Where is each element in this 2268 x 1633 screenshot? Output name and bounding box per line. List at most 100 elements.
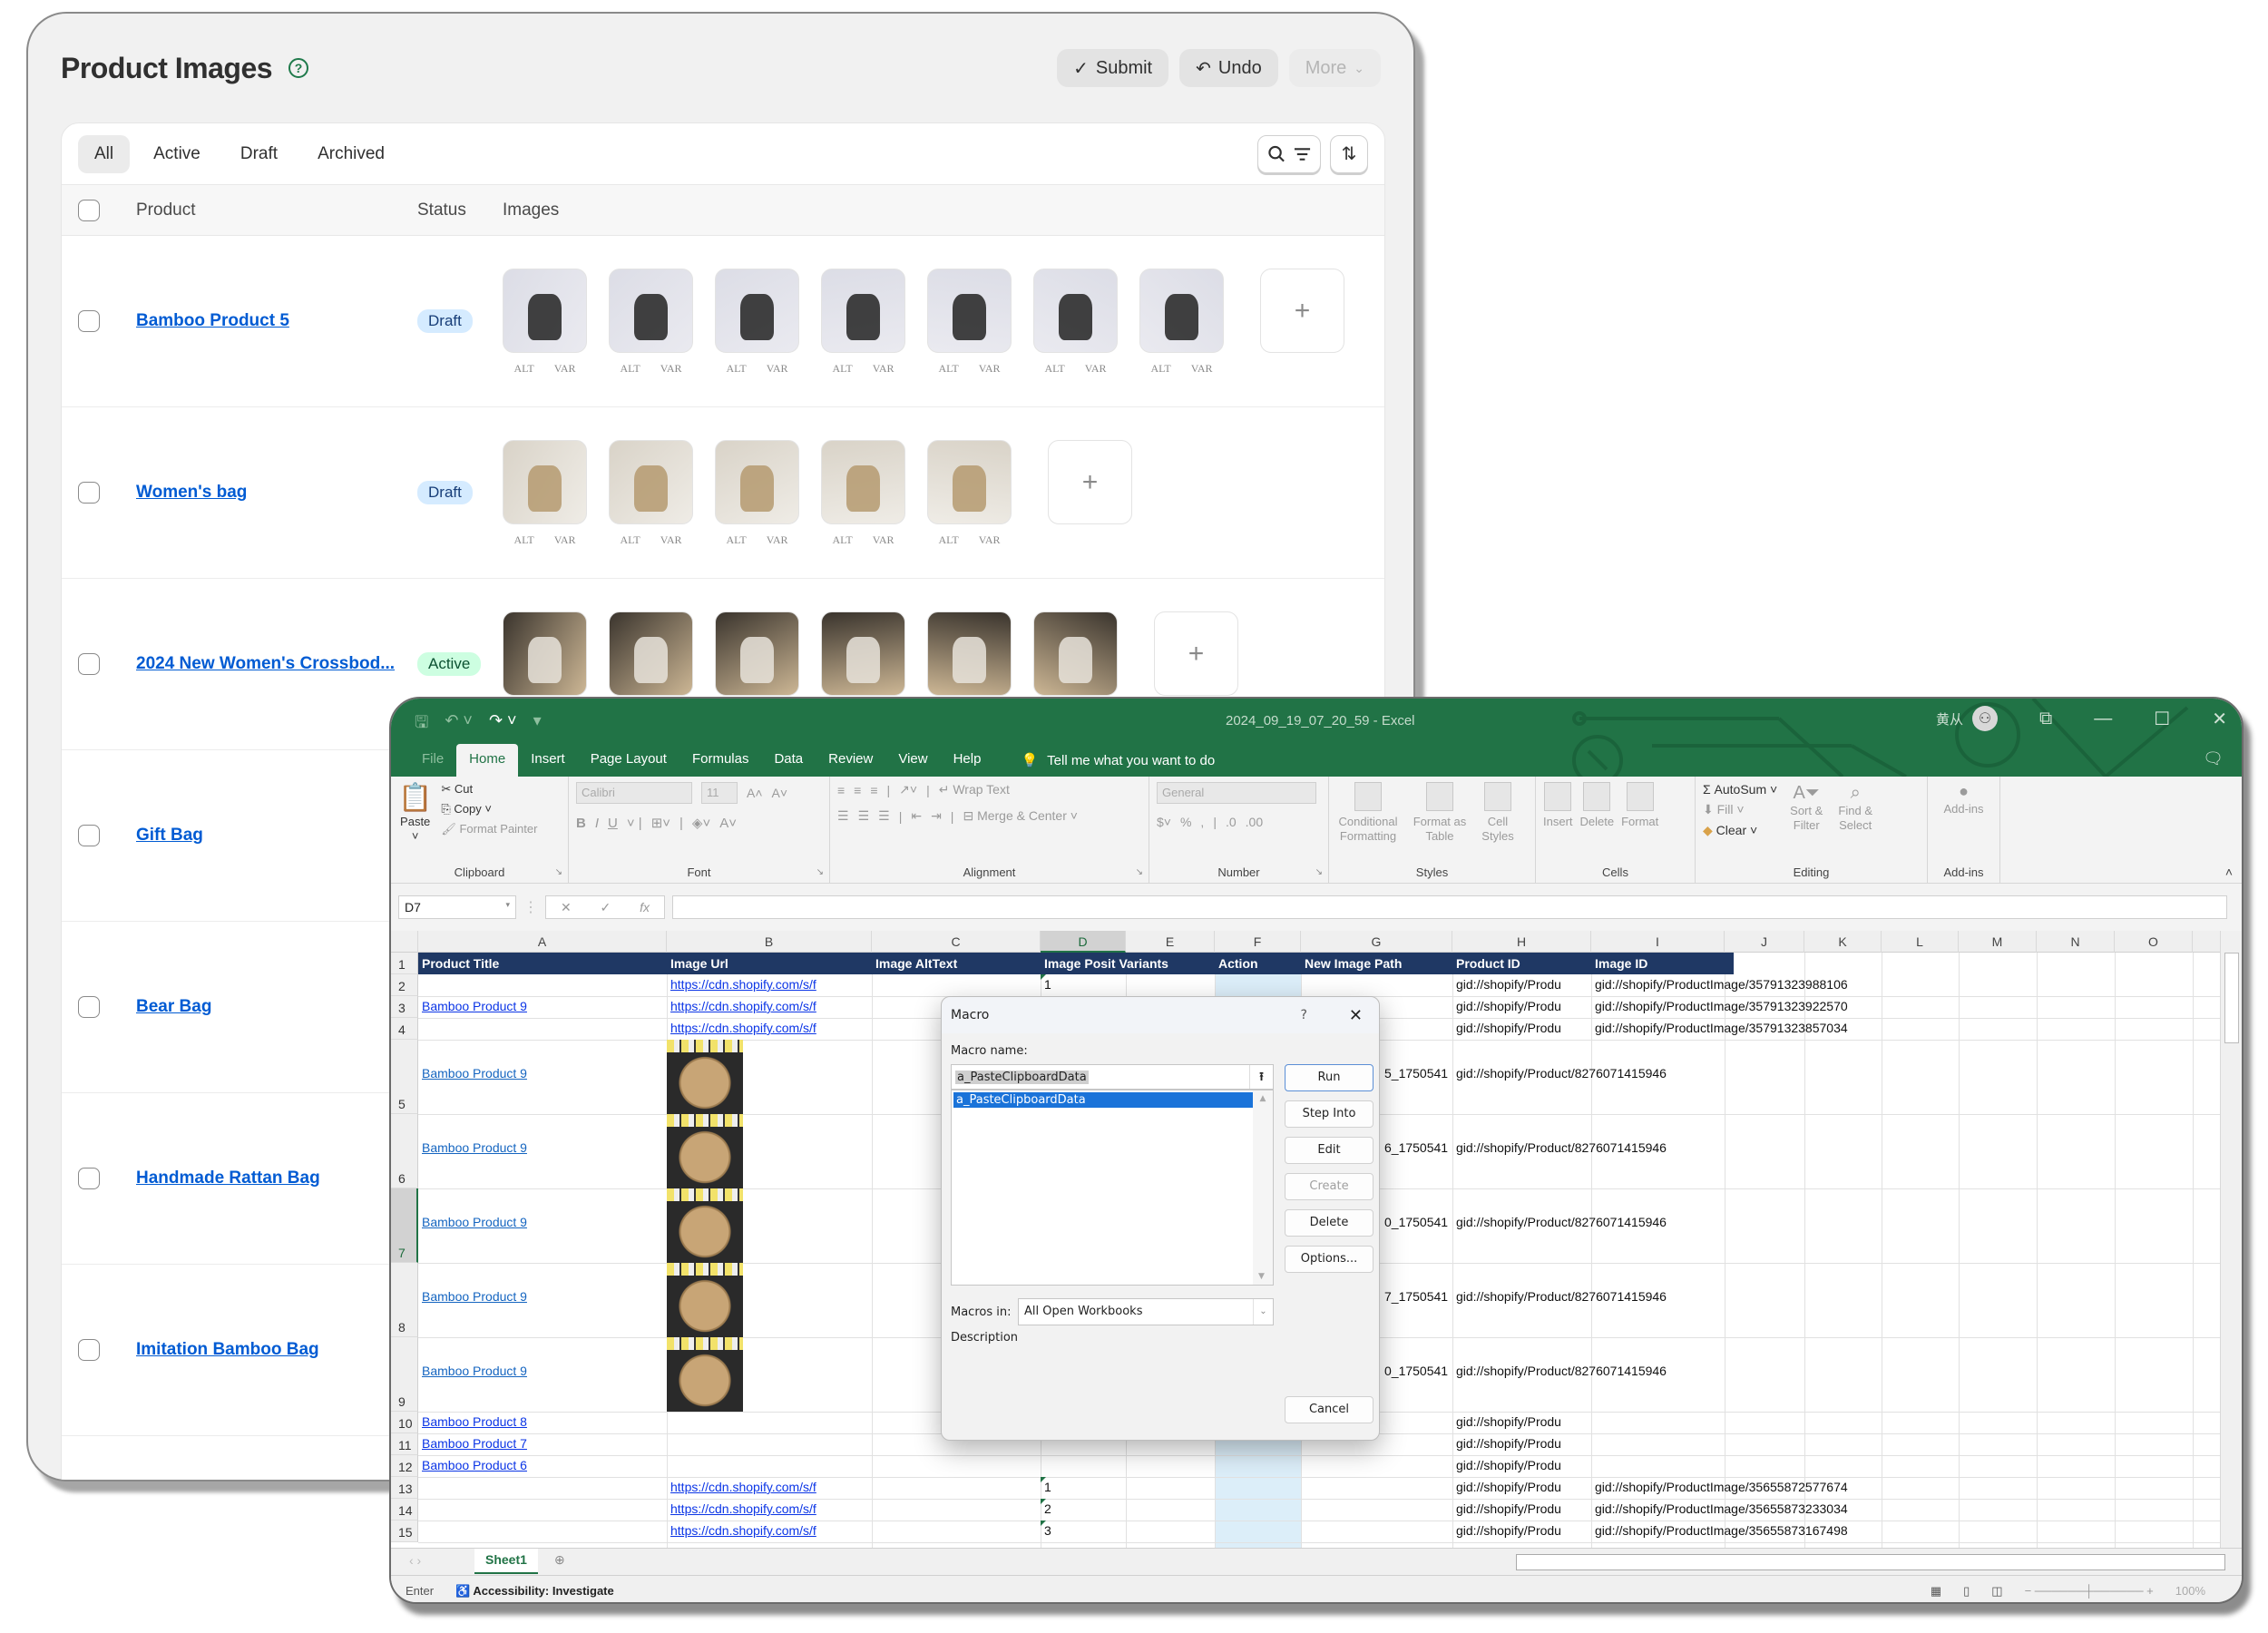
close-icon[interactable]: ✕: [2212, 708, 2227, 730]
alt-tag[interactable]: ALT: [620, 362, 640, 376]
create-button[interactable]: Create: [1285, 1173, 1374, 1200]
select-all-checkbox[interactable]: [78, 199, 100, 221]
percent-icon[interactable]: %: [1180, 815, 1191, 829]
comments-icon[interactable]: 🗨: [2203, 749, 2224, 768]
column-header[interactable]: B: [667, 931, 872, 953]
column-product[interactable]: Product: [136, 200, 417, 220]
underline-icon[interactable]: U: [608, 816, 618, 831]
sort-button[interactable]: ⇅: [1330, 134, 1368, 173]
product-title-cell[interactable]: Bamboo Product 9: [418, 1364, 527, 1378]
product-image[interactable]: [715, 611, 799, 696]
image-position-cell[interactable]: 3: [1041, 1523, 1051, 1538]
product-link[interactable]: Gift Bag: [136, 826, 203, 845]
product-id-cell[interactable]: gid://shopify/Product/8276071415946: [1452, 1140, 1667, 1155]
sheet-tab-sheet1[interactable]: Sheet1: [474, 1549, 538, 1574]
image-url-cell[interactable]: https://cdn.shopify.com/s/f: [667, 999, 816, 1013]
header-cell[interactable]: Image AltText: [872, 953, 957, 974]
scroll-up-icon[interactable]: ▲: [1253, 1094, 1273, 1103]
image-id-cell[interactable]: gid://shopify/ProductImage/3579132385703…: [1591, 1021, 1848, 1035]
image-url-cell[interactable]: https://cdn.shopify.com/s/f: [667, 1501, 816, 1516]
header-cell[interactable]: Image ID: [1591, 953, 1647, 974]
row-header[interactable]: 3: [391, 996, 418, 1018]
image-url-cell[interactable]: https://cdn.shopify.com/s/f: [667, 977, 816, 992]
image-url-cell[interactable]: https://cdn.shopify.com/s/f: [667, 1480, 816, 1494]
currency-icon[interactable]: $˅: [1157, 815, 1171, 829]
column-header[interactable]: H: [1452, 931, 1591, 953]
alt-tag[interactable]: ALT: [513, 533, 533, 547]
product-image[interactable]: [927, 611, 1012, 696]
addins-button[interactable]: ● Add-ins: [1935, 782, 1992, 816]
new-image-path-cell[interactable]: 6_1750541: [1381, 1140, 1448, 1155]
header-cell[interactable]: Product Title: [418, 953, 499, 974]
row-header[interactable]: 1: [391, 953, 418, 974]
italic-icon[interactable]: I: [595, 816, 599, 831]
user-avatar[interactable]: ⚇: [1972, 706, 1999, 731]
product-image[interactable]: [821, 269, 905, 353]
product-link[interactable]: Bamboo Product 5: [136, 311, 289, 330]
row-header[interactable]: 6: [391, 1114, 418, 1188]
alt-tag[interactable]: ALT: [1150, 362, 1170, 376]
new-image-path-cell[interactable]: 5_1750541: [1381, 1066, 1448, 1081]
font-name-select[interactable]: Calibri: [576, 782, 692, 804]
row-checkbox[interactable]: [78, 825, 100, 846]
column-header[interactable]: E: [1126, 931, 1215, 953]
dialog-launcher-icon[interactable]: ↘: [1315, 867, 1323, 877]
alt-tag[interactable]: ALT: [938, 362, 958, 376]
var-tag[interactable]: VAR: [660, 533, 682, 547]
new-image-path-cell[interactable]: 0_1750541: [1381, 1364, 1448, 1378]
options-button[interactable]: Options...: [1285, 1246, 1374, 1273]
product-title-cell[interactable]: Bamboo Product 8: [418, 1414, 527, 1429]
var-tag[interactable]: VAR: [767, 362, 788, 376]
image-url-cell[interactable]: https://cdn.shopify.com/s/f: [667, 1021, 816, 1035]
column-header[interactable]: C: [872, 931, 1041, 953]
new-image-path-cell[interactable]: 7_1750541: [1381, 1289, 1448, 1304]
zoom-slider[interactable]: − ──────┼────── +: [2025, 1584, 2154, 1598]
row-header[interactable]: 13: [391, 1477, 418, 1499]
product-image[interactable]: [503, 440, 587, 524]
clear-button[interactable]: ◆ Clear ˅: [1703, 823, 1777, 838]
var-tag[interactable]: VAR: [554, 362, 576, 376]
image-id-cell[interactable]: gid://shopify/ProductImage/3565587316749…: [1591, 1523, 1848, 1538]
column-header[interactable]: A: [418, 931, 667, 953]
delete-button[interactable]: Delete: [1285, 1209, 1374, 1237]
column-header[interactable]: N: [2037, 931, 2115, 953]
increase-font-icon[interactable]: A˄: [747, 786, 763, 800]
alt-tag[interactable]: ALT: [513, 362, 533, 376]
column-header[interactable]: L: [1882, 931, 1959, 953]
sheet-nav-icon[interactable]: ‹ ›: [409, 1553, 421, 1568]
menu-insert[interactable]: Insert: [518, 744, 578, 777]
image-id-cell[interactable]: gid://shopify/ProductImage/3565587257767…: [1591, 1480, 1848, 1494]
row-checkbox[interactable]: [78, 1339, 100, 1361]
menu-data[interactable]: Data: [761, 744, 816, 777]
product-title-cell[interactable]: Bamboo Product 9: [418, 1215, 527, 1229]
alt-tag[interactable]: ALT: [620, 533, 640, 547]
tab-archived[interactable]: Archived: [301, 135, 401, 173]
accessibility-status[interactable]: ♿ Accessibility: Investigate: [455, 1584, 614, 1599]
macro-list-item[interactable]: a_PasteClipboardData: [953, 1092, 1253, 1108]
macro-list[interactable]: a_PasteClipboardData ▲ ▼: [951, 1090, 1274, 1286]
product-id-cell[interactable]: gid://shopify/Produ: [1452, 1480, 1561, 1494]
column-header[interactable]: K: [1804, 931, 1882, 953]
row-header[interactable]: 11: [391, 1433, 418, 1455]
product-image[interactable]: [1139, 269, 1224, 353]
header-cell[interactable]: Action: [1215, 953, 1258, 974]
var-tag[interactable]: VAR: [1191, 362, 1213, 376]
ribbon-display-icon[interactable]: ⧉: [2039, 709, 2052, 729]
column-header[interactable]: D: [1041, 931, 1126, 953]
product-id-cell[interactable]: gid://shopify/Produ: [1452, 977, 1561, 992]
var-tag[interactable]: VAR: [767, 533, 788, 547]
var-tag[interactable]: VAR: [873, 362, 894, 376]
save-icon[interactable]: 🖫: [415, 711, 428, 738]
alt-tag[interactable]: ALT: [938, 533, 958, 547]
product-id-cell[interactable]: gid://shopify/Product/8276071415946: [1452, 1364, 1667, 1378]
menu-view[interactable]: View: [885, 744, 940, 777]
product-image[interactable]: [715, 440, 799, 524]
menu-help[interactable]: Help: [941, 744, 994, 777]
search-filter-button[interactable]: [1257, 134, 1321, 173]
format-painter-button[interactable]: 🖌 Format Painter: [441, 822, 537, 836]
product-link[interactable]: Bear Bag: [136, 997, 211, 1016]
rattan-image[interactable]: [667, 1114, 743, 1188]
minimize-icon[interactable]: —: [2094, 709, 2112, 729]
product-id-cell[interactable]: gid://shopify/Product/8276071415946: [1452, 1215, 1667, 1229]
product-title-cell[interactable]: Bamboo Product 7: [418, 1436, 527, 1451]
